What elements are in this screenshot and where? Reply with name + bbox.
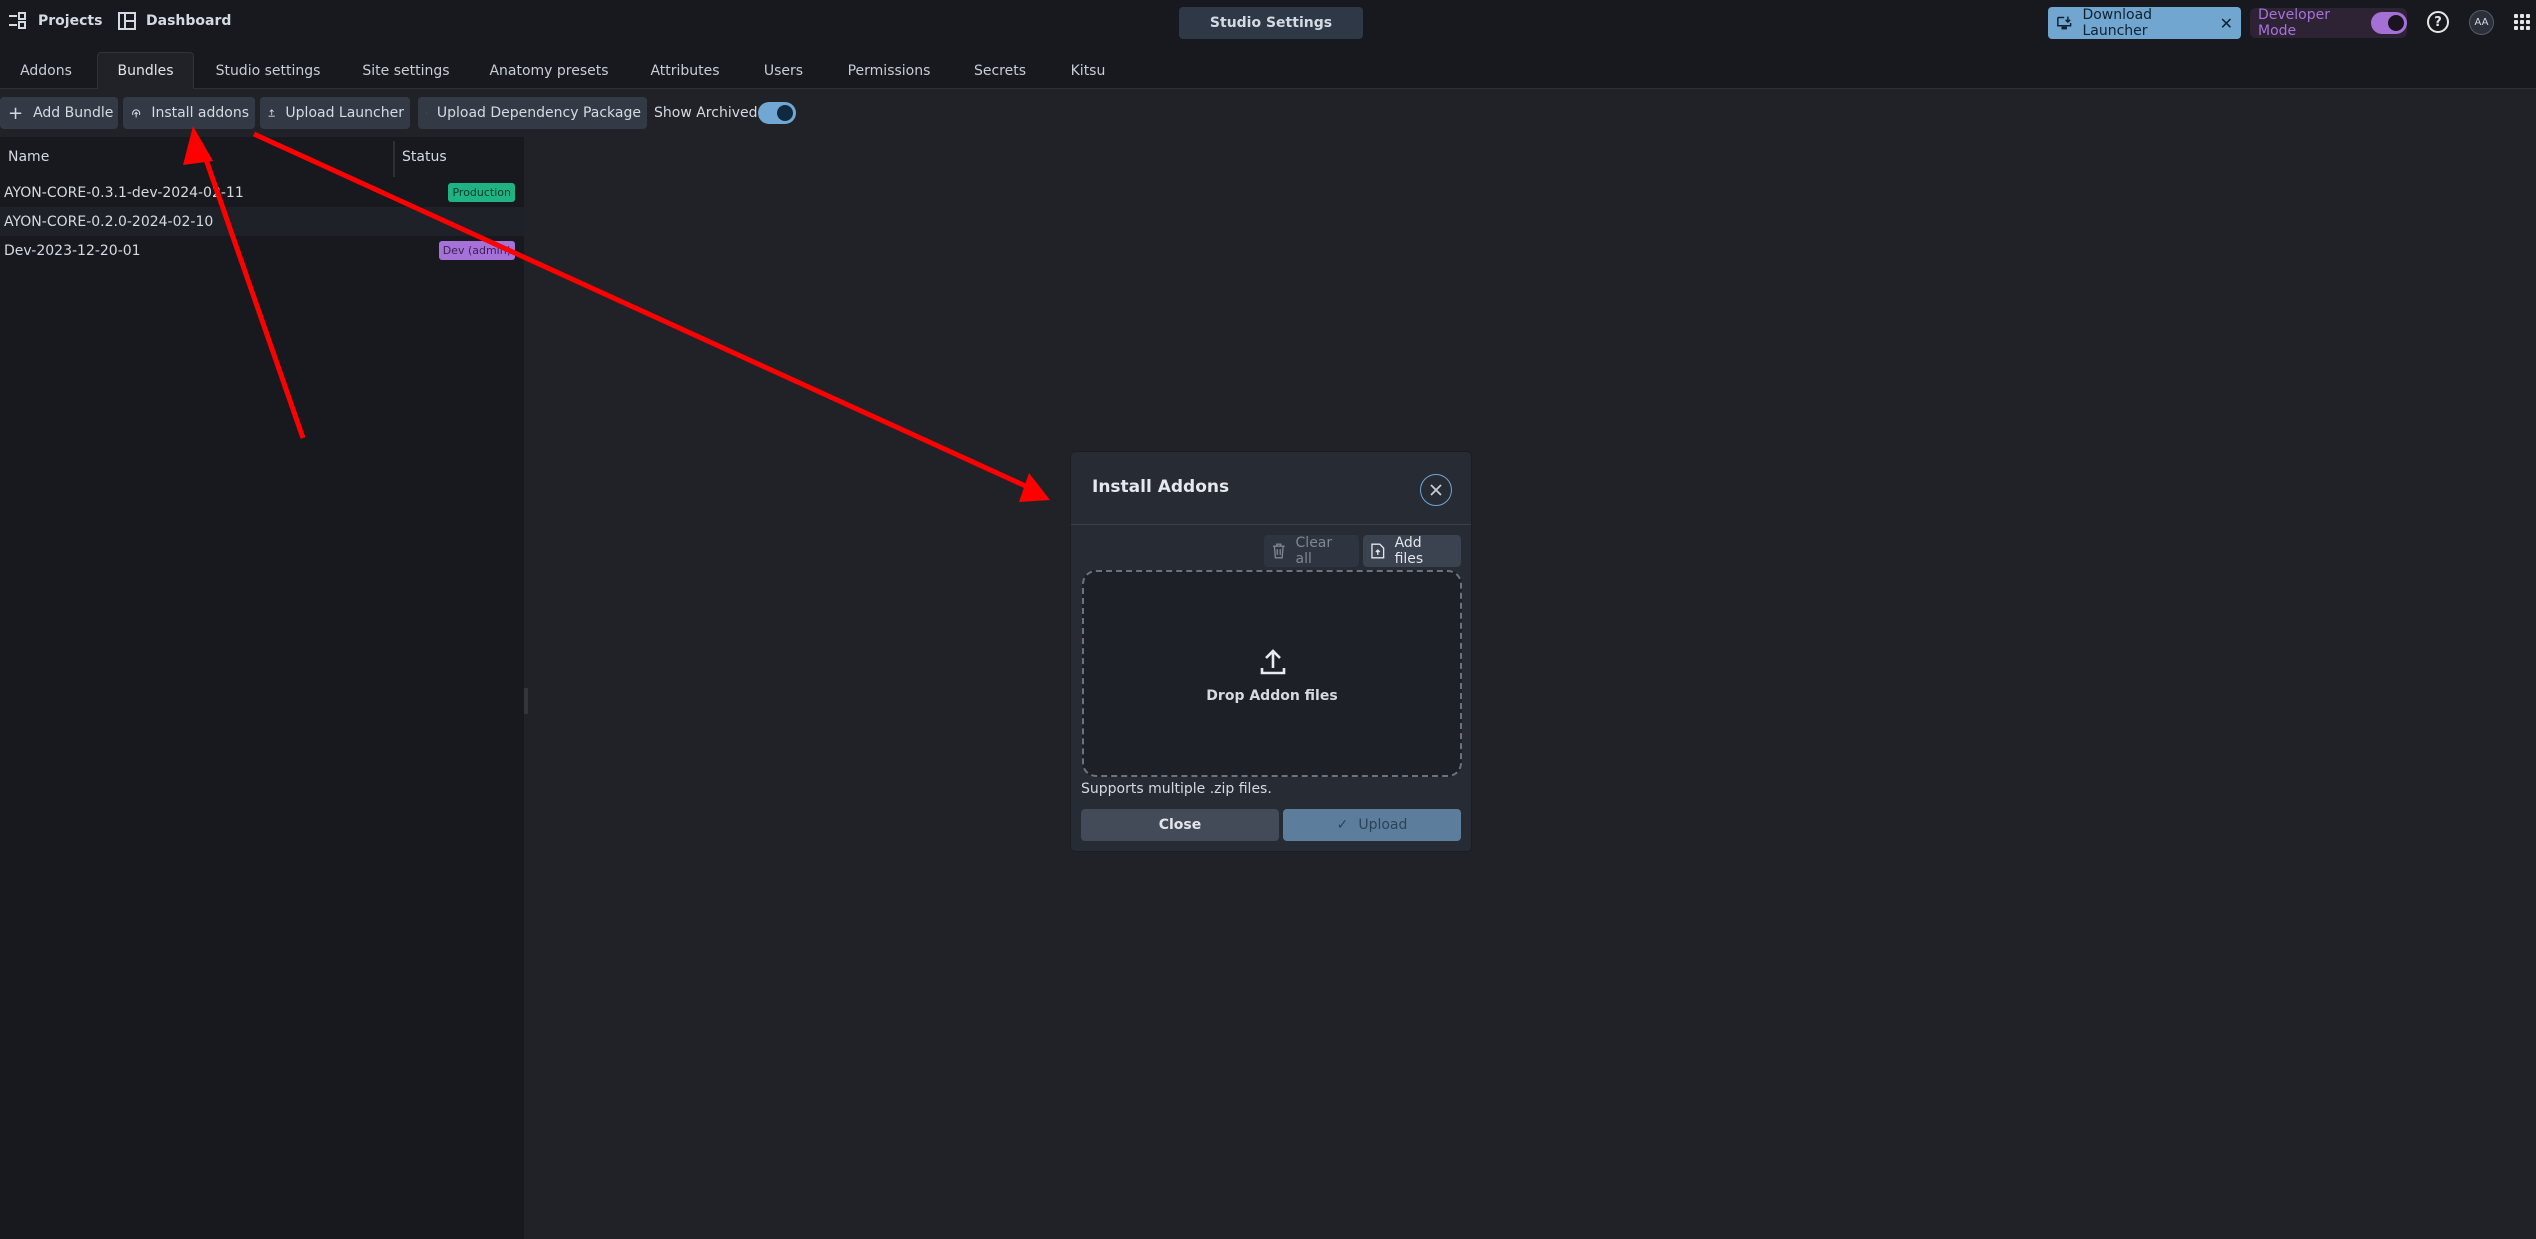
install-addons-label: Install addons — [151, 105, 249, 121]
tab-attributes[interactable]: Attributes — [640, 52, 730, 89]
clear-all-label: Clear all — [1295, 535, 1333, 567]
plus-icon: + — [8, 102, 24, 124]
top-header: Projects Dashboard Studio Settings Downl… — [0, 0, 2536, 44]
upload-icon — [268, 109, 275, 117]
tab-bundles[interactable]: Bundles — [97, 52, 194, 89]
panel-resize-handle[interactable] — [524, 688, 528, 714]
upload-icon — [426, 112, 427, 114]
add-files-button[interactable]: Add files — [1363, 535, 1461, 567]
dropzone-label: Drop Addon files — [1206, 688, 1338, 704]
tab-addons[interactable]: Addons — [8, 52, 84, 89]
developer-mode-toggle[interactable] — [2371, 12, 2407, 34]
bundles-table-header: Name Status — [0, 137, 524, 177]
tab-users[interactable]: Users — [755, 52, 812, 89]
cloud-upload-icon — [132, 109, 141, 118]
bundles-list-panel: Name Status AYON-CORE-0.3.1-dev-2024-02-… — [0, 137, 524, 1239]
download-monitor-icon — [2057, 16, 2072, 30]
help-icon[interactable]: ? — [2427, 11, 2449, 33]
file-upload-icon — [1371, 543, 1385, 559]
install-addons-button[interactable]: Install addons — [123, 97, 255, 129]
close-button[interactable]: Close — [1081, 809, 1279, 841]
upload-label: Upload — [1358, 817, 1408, 833]
clear-all-button[interactable]: Clear all — [1264, 535, 1359, 567]
upload-dependency-package-button[interactable]: Upload Dependency Package — [418, 97, 647, 129]
page-title[interactable]: Studio Settings — [1179, 7, 1363, 39]
show-archived-label: Show Archived — [654, 105, 758, 121]
supported-files-hint: Supports multiple .zip files. — [1081, 781, 1272, 797]
check-icon: ✓ — [1336, 817, 1349, 833]
developer-mode-label: Developer Mode — [2258, 7, 2331, 39]
upload-launcher-button[interactable]: Upload Launcher — [260, 97, 410, 129]
bundle-row[interactable]: Dev-2023-12-20-01 Dev (admin) — [0, 236, 524, 265]
download-launcher-banner[interactable]: Download Launcher ✕ — [2048, 7, 2241, 39]
apps-grid-icon[interactable] — [2514, 14, 2530, 30]
tab-secrets[interactable]: Secrets — [966, 52, 1034, 89]
download-launcher-label: Download Launcher — [2082, 7, 2153, 39]
trash-icon — [1272, 543, 1285, 559]
column-resizer[interactable] — [393, 141, 395, 177]
add-bundle-label: Add Bundle — [33, 105, 114, 121]
upload-button[interactable]: ✓ Upload — [1283, 809, 1461, 841]
dashboard-button[interactable]: Dashboard — [118, 12, 231, 30]
close-icon — [1430, 484, 1442, 496]
close-label: Close — [1158, 817, 1202, 833]
tab-site-settings[interactable]: Site settings — [354, 52, 458, 89]
close-dialog-button[interactable] — [1420, 474, 1452, 506]
projects-label: Projects — [38, 13, 103, 29]
show-archived-toggle[interactable] — [758, 102, 796, 124]
dashboard-label: Dashboard — [146, 13, 232, 29]
tab-anatomy-presets[interactable]: Anatomy presets — [483, 52, 615, 89]
settings-tabs: Addons Bundles Studio settings Site sett… — [0, 44, 2536, 89]
upload-icon — [1260, 649, 1286, 675]
projects-menu-icon — [9, 12, 26, 29]
tab-studio-settings[interactable]: Studio settings — [207, 52, 329, 89]
bundle-name: Dev-2023-12-20-01 — [4, 242, 141, 259]
add-files-label: Add files — [1394, 535, 1424, 567]
tab-kitsu[interactable]: Kitsu — [1059, 52, 1117, 89]
add-bundle-button[interactable]: + Add Bundle — [0, 97, 118, 129]
status-badge-dev: Dev (admin) — [438, 241, 515, 260]
dashboard-icon — [118, 12, 136, 30]
upload-dependency-label: Upload Dependency Package — [436, 105, 641, 121]
addon-dropzone[interactable]: Drop Addon files — [1082, 570, 1462, 777]
developer-mode-switch[interactable]: Developer Mode — [2250, 7, 2407, 39]
tab-permissions[interactable]: Permissions — [837, 52, 941, 89]
column-header-name[interactable]: Name — [8, 149, 49, 165]
projects-button[interactable]: Projects — [8, 12, 102, 30]
dialog-title: Install Addons — [1092, 477, 1230, 497]
bundle-row[interactable]: AYON-CORE-0.2.0-2024-02-10 — [0, 207, 524, 236]
bundle-name: AYON-CORE-0.2.0-2024-02-10 — [4, 213, 214, 230]
upload-launcher-label: Upload Launcher — [285, 105, 404, 121]
bundle-row[interactable]: AYON-CORE-0.3.1-dev-2024-02-11 Productio… — [0, 178, 524, 207]
install-addons-dialog: Install Addons Clear all Add files Drop … — [1071, 452, 1471, 851]
dismiss-banner-icon[interactable]: ✕ — [2220, 14, 2233, 33]
dialog-divider — [1071, 524, 1471, 525]
user-avatar[interactable]: AA — [2469, 10, 2494, 35]
status-badge-production: Production — [448, 183, 515, 202]
bundle-name: AYON-CORE-0.3.1-dev-2024-02-11 — [4, 184, 244, 201]
column-header-status[interactable]: Status — [402, 149, 447, 165]
